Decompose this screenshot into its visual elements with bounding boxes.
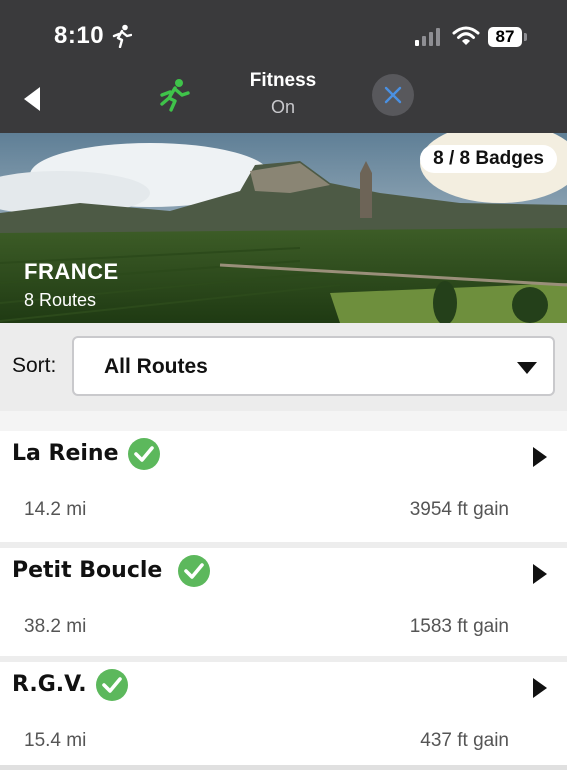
play-arrow-icon[interactable]	[533, 564, 547, 584]
fitness-runner-icon[interactable]	[158, 78, 190, 112]
route-name: Petit Boucle	[12, 558, 163, 583]
route-row-la-reine[interactable]: La Reine 14.2 mi 3954 ft gain	[0, 411, 567, 542]
sort-row: Sort: All Routes	[0, 323, 567, 411]
route-row-rgv[interactable]: R.G.V. 15.4 mi 437 ft gain	[0, 655, 567, 769]
route-name: La Reine	[12, 441, 119, 466]
badges-pill: 8 / 8 Badges	[420, 145, 557, 173]
close-button[interactable]	[372, 74, 414, 116]
close-icon	[384, 86, 402, 104]
wifi-icon	[452, 26, 480, 45]
completed-check-icon	[128, 438, 160, 470]
list-divider	[0, 765, 567, 770]
route-elevation-gain: 1583 ft gain	[409, 616, 509, 637]
fitness-title: Fitness	[249, 70, 317, 91]
route-list: La Reine 14.2 mi 3954 ft gain Petit Bouc…	[0, 411, 567, 769]
route-elevation-gain: 437 ft gain	[420, 729, 509, 751]
route-distance: 14.2 mi	[24, 499, 87, 520]
running-activity-icon	[112, 24, 132, 48]
play-arrow-icon[interactable]	[533, 447, 547, 467]
sort-label: Sort:	[12, 354, 57, 377]
route-count: 8 Routes	[24, 290, 97, 310]
battery-icon	[524, 33, 527, 41]
status-time: 8:10	[54, 22, 105, 49]
route-elevation-gain: 3954 ft gain	[409, 499, 509, 520]
sort-selected-value: All Routes	[104, 355, 208, 378]
sort-dropdown[interactable]: All Routes	[72, 336, 555, 396]
battery-level: 87	[488, 27, 522, 47]
completed-check-icon	[178, 555, 210, 587]
route-distance: 15.4 mi	[24, 729, 87, 751]
route-row-petit-boucle[interactable]: Petit Boucle 38.2 mi 1583 ft gain	[0, 542, 567, 656]
chevron-down-icon	[517, 362, 537, 374]
region-hero-image: 8 / 8 Badges FRANCE 8 Routes	[0, 133, 567, 323]
fitness-state: On	[270, 97, 295, 117]
cellular-signal-icon	[415, 28, 440, 46]
route-name: R.G.V.	[12, 671, 87, 697]
route-distance: 38.2 mi	[24, 616, 87, 637]
back-button[interactable]	[18, 84, 46, 114]
completed-check-icon	[96, 668, 128, 701]
region-title: FRANCE	[24, 259, 119, 284]
play-arrow-icon[interactable]	[533, 677, 547, 698]
top-bar: 8:10 87 Fitness On	[0, 0, 567, 133]
